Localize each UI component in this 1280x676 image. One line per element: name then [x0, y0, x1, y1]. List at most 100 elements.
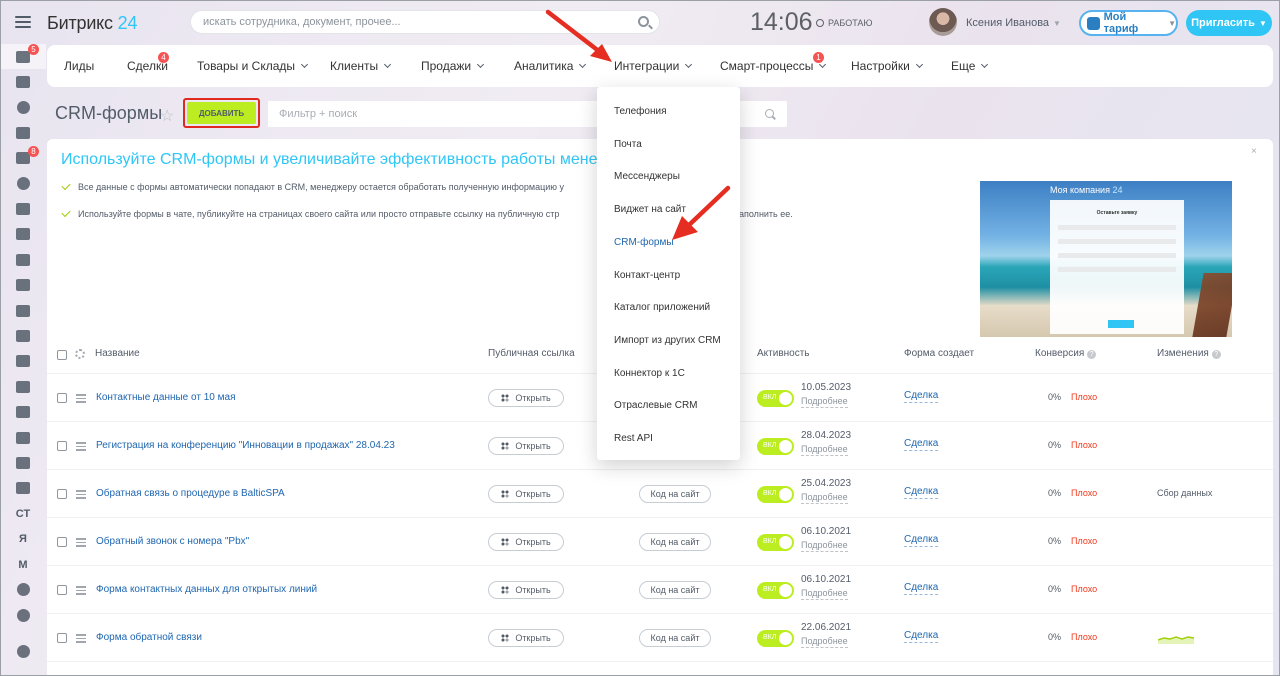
sidebar-item-document[interactable]: [0, 273, 46, 298]
entity-link[interactable]: Сделка: [904, 390, 939, 403]
sidebar-item-target[interactable]: [0, 95, 46, 120]
activity-toggle[interactable]: ВКЛ: [757, 534, 794, 551]
details-link[interactable]: Подробнее: [801, 540, 848, 552]
entity-link[interactable]: Сделка: [904, 534, 939, 547]
dropdown-item[interactable]: Почта: [614, 139, 642, 150]
form-name-link[interactable]: Контактные данные от 10 мая: [96, 392, 235, 403]
dropdown-item[interactable]: Импорт из других CRM: [614, 335, 721, 346]
close-icon[interactable]: ×: [1251, 146, 1257, 157]
dropdown-item[interactable]: Коннектор к 1С: [614, 368, 685, 379]
tariff-button[interactable]: Мой тариф ▼: [1079, 10, 1178, 36]
row-checkbox[interactable]: [57, 633, 67, 643]
gear-icon[interactable]: [75, 349, 85, 359]
search-icon[interactable]: [638, 16, 649, 27]
sidebar-item-mail[interactable]: [0, 323, 46, 348]
details-link[interactable]: Подробнее: [801, 396, 848, 408]
open-link-button[interactable]: Открыть: [488, 533, 564, 551]
sidebar-item-more-down[interactable]: [0, 603, 46, 628]
site-code-button[interactable]: Код на сайт: [639, 629, 711, 647]
invite-button[interactable]: Пригласить ▼: [1186, 10, 1272, 36]
help-icon[interactable]: ?: [1087, 350, 1097, 359]
activity-toggle[interactable]: ВКЛ: [757, 630, 794, 647]
form-name-link[interactable]: Обратная связь о процедуре в BalticSPA: [96, 488, 285, 499]
menu-item-1[interactable]: Сделки 4: [127, 45, 169, 87]
drag-handle-icon[interactable]: [76, 538, 86, 549]
sidebar-item-cart[interactable]: [0, 120, 46, 145]
sidebar-item-tasks[interactable]: 8: [0, 145, 46, 171]
form-name-link[interactable]: Обратный звонок с номера "Pbx": [96, 536, 249, 547]
drag-handle-icon[interactable]: [76, 634, 86, 645]
user-menu[interactable]: Ксения Иванова ▼: [966, 17, 1061, 29]
app-logo[interactable]: Битрикс 24: [47, 13, 137, 34]
open-link-button[interactable]: Открыть: [488, 485, 564, 503]
work-status[interactable]: РАБОТАЮ: [816, 18, 873, 28]
column-changes[interactable]: Изменения?: [1157, 348, 1221, 359]
dropdown-item[interactable]: Мессенджеры: [614, 171, 680, 182]
column-creates[interactable]: Форма создает: [904, 348, 974, 359]
sidebar-item-help[interactable]: [0, 639, 46, 664]
sidebar-item-planner[interactable]: [0, 247, 46, 272]
row-checkbox[interactable]: [57, 537, 67, 547]
column-name[interactable]: Название: [95, 348, 140, 359]
form-name-link[interactable]: Регистрация на конференцию "Инновации в …: [96, 440, 395, 451]
global-search-input[interactable]: [191, 11, 631, 33]
menu-item-5[interactable]: Аналитика: [514, 45, 587, 87]
activity-toggle[interactable]: ВКЛ: [757, 390, 794, 407]
sidebar-item-robot[interactable]: [0, 171, 46, 196]
clock[interactable]: 14:06: [750, 8, 813, 37]
avatar[interactable]: [929, 8, 957, 36]
table-row[interactable]: Форма контактных данных для открытых лин…: [47, 565, 1273, 613]
table-row[interactable]: Форма обратной связи Открыть Код на сайт ВК…: [47, 613, 1273, 661]
sidebar-item-drive[interactable]: [0, 298, 46, 323]
sidebar-item-chat[interactable]: [0, 222, 46, 247]
row-checkbox[interactable]: [57, 489, 67, 499]
sidebar-item-group[interactable]: [0, 349, 46, 374]
sidebar-item-funnel[interactable]: 5: [0, 44, 46, 70]
add-button[interactable]: ДОБАВИТЬ: [187, 102, 256, 124]
menu-item-4[interactable]: Продажи: [421, 45, 485, 87]
dropdown-item[interactable]: CRM-формы: [614, 237, 674, 248]
details-link[interactable]: Подробнее: [801, 636, 848, 648]
entity-link[interactable]: Сделка: [904, 582, 939, 595]
select-all-checkbox[interactable]: [57, 350, 67, 360]
site-code-button[interactable]: Код на сайт: [639, 485, 711, 503]
sidebar-item-code[interactable]: [0, 476, 46, 501]
drag-handle-icon[interactable]: [76, 442, 86, 453]
dropdown-item[interactable]: Rest API: [614, 433, 653, 444]
help-icon[interactable]: ?: [1211, 350, 1221, 359]
form-name-link[interactable]: Форма обратной связи: [96, 632, 202, 643]
drag-handle-icon[interactable]: [76, 394, 86, 405]
table-row[interactable]: Обратный звонок с номера "Pbx" Открыть Код…: [47, 517, 1273, 565]
details-link[interactable]: Подробнее: [801, 444, 848, 456]
menu-item-9[interactable]: Еще: [951, 45, 989, 87]
site-code-button[interactable]: Код на сайт: [639, 581, 711, 599]
dropdown-item[interactable]: Телефония: [614, 106, 667, 117]
dropdown-item[interactable]: Контакт-центр: [614, 270, 680, 281]
table-row[interactable]: Обратная связь о процедуре в BalticSPA От…: [47, 469, 1273, 517]
menu-item-8[interactable]: Настройки: [851, 45, 923, 87]
open-link-button[interactable]: Открыть: [488, 437, 564, 455]
dropdown-item[interactable]: Каталог приложений: [614, 302, 710, 313]
site-code-button[interactable]: Код на сайт: [639, 533, 711, 551]
menu-item-3[interactable]: Клиенты: [330, 45, 392, 87]
sidebar-item-metrics[interactable]: [0, 450, 46, 475]
entity-link[interactable]: Сделка: [904, 438, 939, 451]
open-link-button[interactable]: Открыть: [488, 629, 564, 647]
details-link[interactable]: Подробнее: [801, 492, 848, 504]
menu-item-7[interactable]: Смарт-процессы 1: [720, 45, 827, 87]
sidebar-item-android[interactable]: [0, 399, 46, 424]
sidebar-item-box[interactable]: [0, 425, 46, 450]
column-conversion[interactable]: Конверсия?: [1035, 348, 1097, 359]
activity-toggle[interactable]: ВКЛ: [757, 486, 794, 503]
form-name-link[interactable]: Форма контактных данных для открытых лин…: [96, 584, 317, 595]
hamburger-menu-icon[interactable]: [15, 16, 31, 28]
sidebar-item-text[interactable]: М: [0, 552, 46, 577]
search-icon[interactable]: [765, 109, 774, 118]
entity-link[interactable]: Сделка: [904, 486, 939, 499]
sidebar-item-text[interactable]: СТ: [0, 501, 46, 526]
activity-toggle[interactable]: ВКЛ: [757, 438, 794, 455]
global-search[interactable]: [190, 10, 660, 34]
open-link-button[interactable]: Открыть: [488, 581, 564, 599]
dropdown-item[interactable]: Отраслевые CRM: [614, 400, 698, 411]
details-link[interactable]: Подробнее: [801, 588, 848, 600]
